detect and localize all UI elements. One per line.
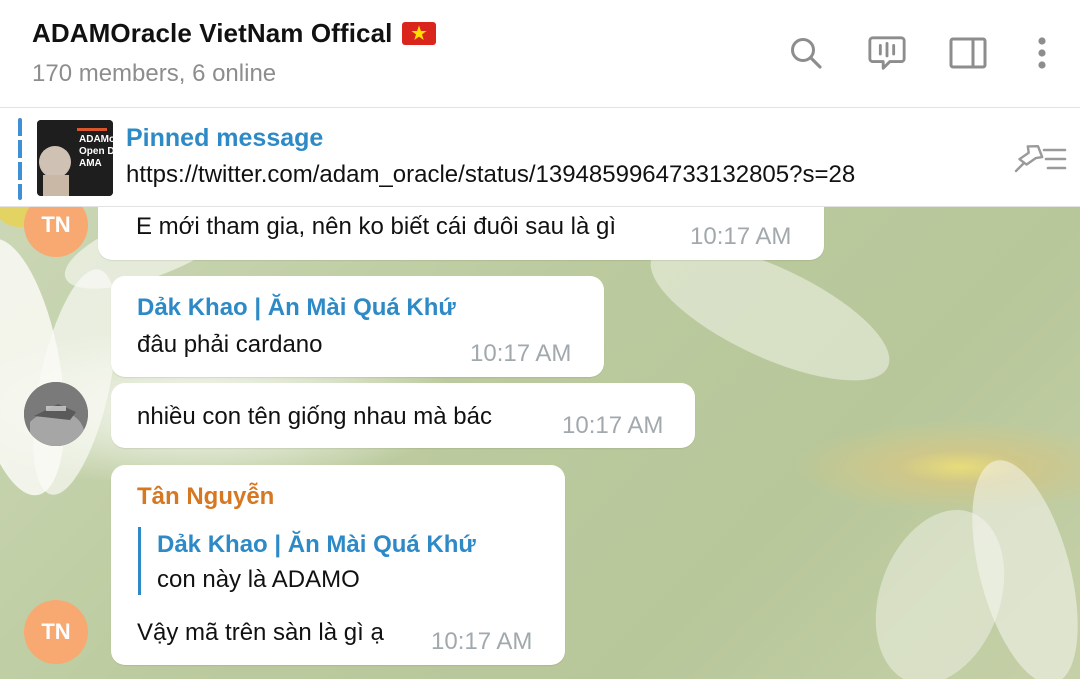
thumb-line: Open D bbox=[79, 146, 113, 157]
message-bubble[interactable]: Tân Nguyễn Dảk Khao | Ăn Mài Quá Khứ con… bbox=[111, 465, 565, 665]
search-icon[interactable] bbox=[786, 33, 826, 73]
avatar-initials: TN bbox=[41, 212, 71, 237]
avatar[interactable]: TN bbox=[24, 207, 88, 257]
chat-area[interactable]: TN E mới tham gia, nên ko biết cái đuôi … bbox=[0, 207, 1080, 679]
voice-chat-icon[interactable] bbox=[867, 33, 907, 73]
more-options-icon[interactable] bbox=[1022, 33, 1062, 73]
message-text: nhiều con tên giống nhau mà bác bbox=[137, 403, 492, 430]
member-count: 170 members, 6 online bbox=[32, 60, 277, 87]
pinned-message-bar[interactable]: ADAMo Open D AMA Pinned message https://… bbox=[0, 108, 1080, 207]
sidebar-toggle-icon[interactable] bbox=[948, 33, 988, 73]
message-text: Vậy mã trên sàn là gì ạ bbox=[137, 619, 384, 646]
pinned-thumbnail: ADAMo Open D AMA bbox=[37, 120, 113, 196]
avatar-initials: TN bbox=[41, 619, 71, 644]
message-bubble[interactable]: Dảk Khao | Ăn Mài Quá Khứ đâu phải carda… bbox=[111, 276, 604, 377]
message-time: 10:17 AM bbox=[470, 340, 572, 367]
pinned-indicator bbox=[18, 118, 22, 200]
thumb-line: AMA bbox=[79, 158, 102, 169]
reply-indicator bbox=[138, 527, 141, 595]
pinned-list-icon[interactable] bbox=[1012, 141, 1068, 177]
reply-text[interactable]: con này là ADAMO bbox=[157, 566, 360, 594]
chat-title[interactable]: ADAMOracle VietNam Offical bbox=[32, 18, 392, 49]
avatar[interactable] bbox=[24, 382, 88, 446]
avatar[interactable]: TN bbox=[24, 600, 88, 664]
message-bubble[interactable]: nhiều con tên giống nhau mà bác 10:17 AM bbox=[111, 383, 695, 448]
message-bubble[interactable]: E mới tham gia, nên ko biết cái đuôi sau… bbox=[98, 207, 824, 260]
pinned-text[interactable]: https://twitter.com/adam_oracle/status/1… bbox=[126, 161, 855, 189]
reply-sender[interactable]: Dảk Khao | Ăn Mài Quá Khứ bbox=[157, 531, 476, 559]
pinned-title: Pinned message bbox=[126, 124, 324, 152]
message-time: 10:17 AM bbox=[690, 223, 792, 250]
message-text: E mới tham gia, nên ko biết cái đuôi sau… bbox=[136, 213, 616, 240]
title-row[interactable]: ADAMOracle VietNam Offical bbox=[32, 18, 437, 49]
message-time: 10:17 AM bbox=[431, 628, 533, 655]
thumb-line: ADAMo bbox=[79, 134, 113, 145]
message-sender[interactable]: Tân Nguyễn bbox=[137, 483, 274, 511]
message-sender[interactable]: Dảk Khao | Ăn Mài Quá Khứ bbox=[137, 294, 456, 322]
message-time: 10:17 AM bbox=[562, 412, 664, 439]
chat-header: ADAMOracle VietNam Offical 170 members, … bbox=[0, 0, 1080, 108]
message-text: đâu phải cardano bbox=[137, 331, 323, 358]
vietnam-flag-icon bbox=[402, 22, 437, 45]
